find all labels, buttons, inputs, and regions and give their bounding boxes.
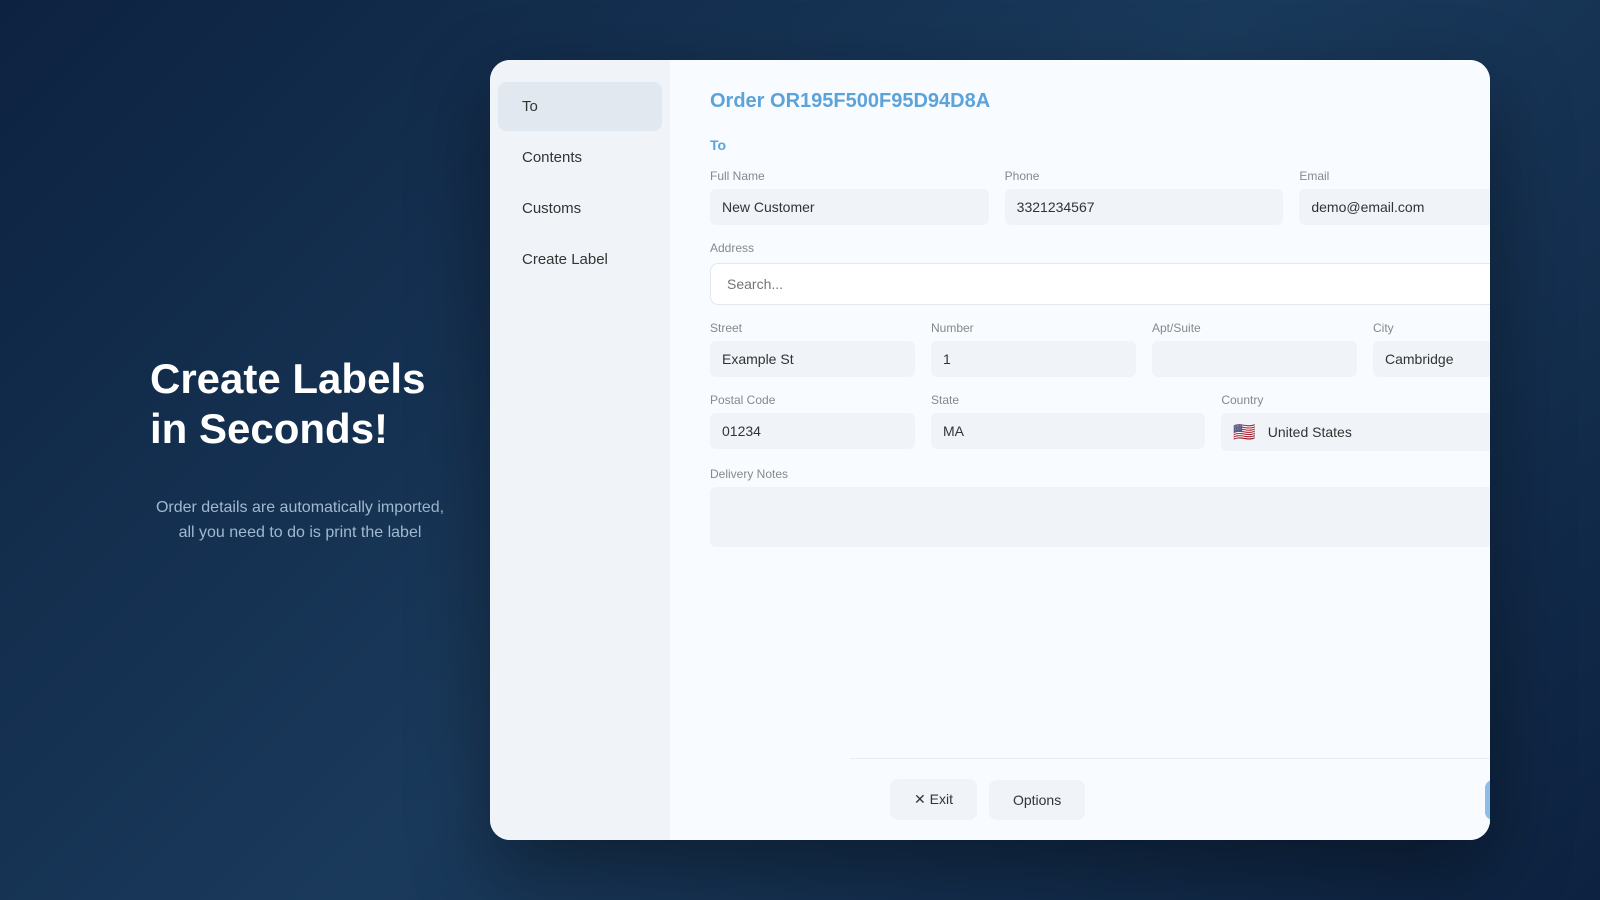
state-input[interactable] [931, 413, 1205, 449]
number-label: Number [931, 321, 1136, 335]
apt-label: Apt/Suite [1152, 321, 1357, 335]
headline: Create Labels in Seconds! [150, 354, 450, 455]
section-to-label: To [710, 137, 1490, 153]
country-select[interactable]: United States [1264, 413, 1490, 451]
postal-label: Postal Code [710, 393, 915, 407]
sidebar: To Contents Customs Create Label [490, 60, 670, 840]
address-search-wrapper: 🔍 [710, 263, 1490, 305]
country-label: Country [1221, 393, 1490, 407]
main-content-wrapper: Order OR195F500F95D94D8A To Full Name Ph… [670, 60, 1490, 840]
options-button[interactable]: Options [989, 780, 1085, 820]
postal-row: Postal Code State Country 🇺🇸 United Stat… [710, 393, 1490, 451]
country-group: Country 🇺🇸 United States ▼ [1221, 393, 1490, 451]
delivery-notes-label: Delivery Notes [710, 467, 1490, 481]
email-input[interactable] [1299, 189, 1490, 225]
phone-group: Phone [1005, 169, 1284, 225]
state-label: State [931, 393, 1205, 407]
sidebar-item-to[interactable]: To [498, 82, 662, 131]
exit-button[interactable]: ✕ Exit [890, 779, 977, 820]
scrollable-content: Order OR195F500F95D94D8A To Full Name Ph… [670, 60, 1490, 840]
address-label: Address [710, 241, 1490, 255]
contact-row: Full Name Phone Email [710, 169, 1490, 225]
address-section: Address 🔍 [710, 241, 1490, 305]
number-group: Number [931, 321, 1136, 377]
phone-label: Phone [1005, 169, 1284, 183]
sidebar-item-contents[interactable]: Contents [498, 133, 662, 182]
postal-input[interactable] [710, 413, 915, 449]
full-name-group: Full Name [710, 169, 989, 225]
order-id: Order OR195F500F95D94D8A [710, 90, 1490, 113]
country-select-wrapper: 🇺🇸 United States ▼ [1221, 413, 1490, 451]
sidebar-item-customs[interactable]: Customs [498, 184, 662, 233]
apt-input[interactable] [1152, 341, 1357, 377]
delivery-notes-group: Delivery Notes [710, 467, 1490, 547]
sidebar-item-create-label[interactable]: Create Label [498, 235, 662, 284]
delivery-notes-input[interactable] [710, 487, 1490, 547]
city-label: City [1373, 321, 1490, 335]
footer-buttons: ✕ Exit Options Next › [850, 758, 1490, 840]
full-name-label: Full Name [710, 169, 989, 183]
phone-input[interactable] [1005, 189, 1284, 225]
postal-group: Postal Code [710, 393, 915, 451]
modal: To Contents Customs Create Label Order O… [490, 60, 1490, 840]
number-input[interactable] [931, 341, 1136, 377]
city-input[interactable] [1373, 341, 1490, 377]
street-group: Street [710, 321, 915, 377]
street-row: Street Number Apt/Suite City [710, 321, 1490, 377]
full-name-input[interactable] [710, 189, 989, 225]
address-search-input[interactable] [711, 264, 1490, 304]
city-group: City [1373, 321, 1490, 377]
email-label: Email [1299, 169, 1490, 183]
country-flag-icon: 🇺🇸 [1233, 422, 1255, 443]
state-group: State [931, 393, 1205, 451]
left-panel: Create Labels in Seconds! Order details … [110, 314, 490, 586]
apt-group: Apt/Suite [1152, 321, 1357, 377]
email-group: Email [1299, 169, 1490, 225]
next-button[interactable]: Next › [1485, 780, 1490, 820]
street-input[interactable] [710, 341, 915, 377]
subtext: Order details are automatically imported… [150, 495, 450, 546]
street-label: Street [710, 321, 915, 335]
